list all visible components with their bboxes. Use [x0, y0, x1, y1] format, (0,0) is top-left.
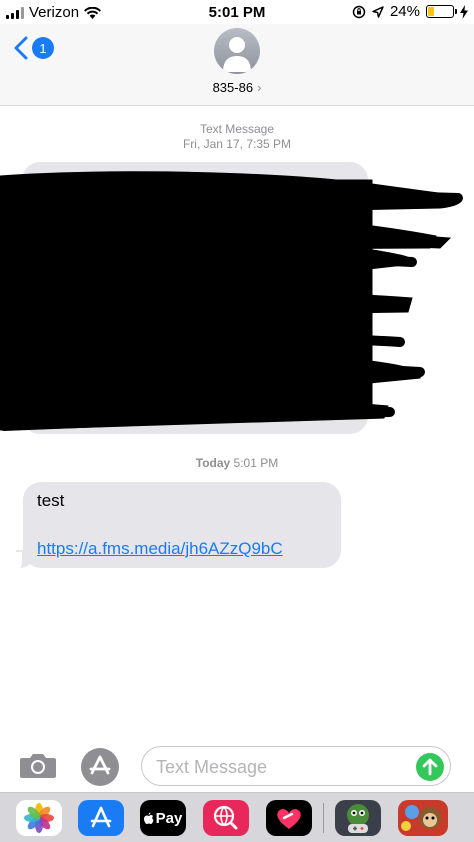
apple-pay-app-button[interactable]: Pay	[140, 800, 186, 836]
battery-icon	[426, 5, 457, 18]
composer-bar	[0, 742, 474, 790]
back-button[interactable]: 1	[14, 36, 54, 60]
contact-avatar[interactable]	[214, 28, 260, 74]
person-silhouette-icon	[223, 37, 251, 72]
app-store-button[interactable]	[80, 747, 120, 787]
search-images-app-button[interactable]	[203, 800, 249, 836]
chevron-right-icon: ›	[257, 80, 262, 95]
contact-name-button[interactable]: 835-86 ›	[0, 80, 474, 95]
chevron-left-icon	[14, 36, 28, 60]
redacted-message-bubble[interactable]	[22, 162, 368, 434]
message-input-container[interactable]	[141, 746, 451, 786]
app-store-a-icon	[90, 806, 112, 828]
location-arrow-icon	[372, 5, 384, 18]
send-button[interactable]	[416, 753, 444, 781]
game-controller-character-icon	[347, 804, 369, 833]
conversation-header: 1 835-86 ›	[0, 24, 474, 106]
contact-name: 835-86	[212, 80, 254, 95]
status-right: 24%	[352, 3, 468, 20]
globe-search-icon	[213, 805, 238, 830]
drawer-divider	[323, 803, 324, 833]
camera-button[interactable]	[18, 752, 58, 780]
photos-app-button[interactable]	[16, 800, 62, 836]
monkey-balloon-icon	[401, 805, 441, 831]
battery-level	[428, 7, 434, 16]
timestamp-date: Fri, Jan 17, 7:35 PM	[182, 137, 292, 151]
arrow-up-icon	[422, 758, 438, 776]
digital-touch-app-button[interactable]	[266, 800, 312, 836]
timestamp-time: 5:01 PM	[233, 456, 279, 470]
timestamp-day: Today	[195, 456, 231, 470]
app-store-app-button[interactable]	[78, 800, 124, 836]
charging-bolt-icon	[460, 4, 468, 19]
game-app-button[interactable]	[335, 800, 381, 836]
status-bar: Verizon 5:01 PM 24%	[0, 0, 474, 24]
battery-percent: 24%	[389, 3, 420, 20]
orientation-lock-icon	[352, 5, 366, 18]
unread-count-badge: 1	[32, 37, 54, 59]
photos-icon	[24, 803, 54, 833]
timestamp-today: Today 5:01 PM	[0, 456, 474, 471]
camera-icon	[20, 754, 56, 778]
app-store-icon	[81, 748, 119, 786]
bubble-tail-mask	[8, 552, 22, 572]
message-input[interactable]	[156, 753, 406, 781]
apple-pay-label: Pay	[155, 809, 183, 827]
message-link[interactable]: https://a.fms.media/jh6AZzQ9bC	[37, 538, 283, 560]
message-text: test	[37, 491, 65, 510]
apple-logo-icon	[143, 812, 154, 824]
heart-touch-icon	[277, 809, 301, 829]
bloons-game-app-button[interactable]	[398, 800, 448, 836]
imessage-app-drawer: Pay	[0, 792, 474, 842]
timestamp-label: Text Message	[199, 122, 275, 136]
timestamp-header: Text Message Fri, Jan 17, 7:35 PM	[0, 122, 474, 152]
